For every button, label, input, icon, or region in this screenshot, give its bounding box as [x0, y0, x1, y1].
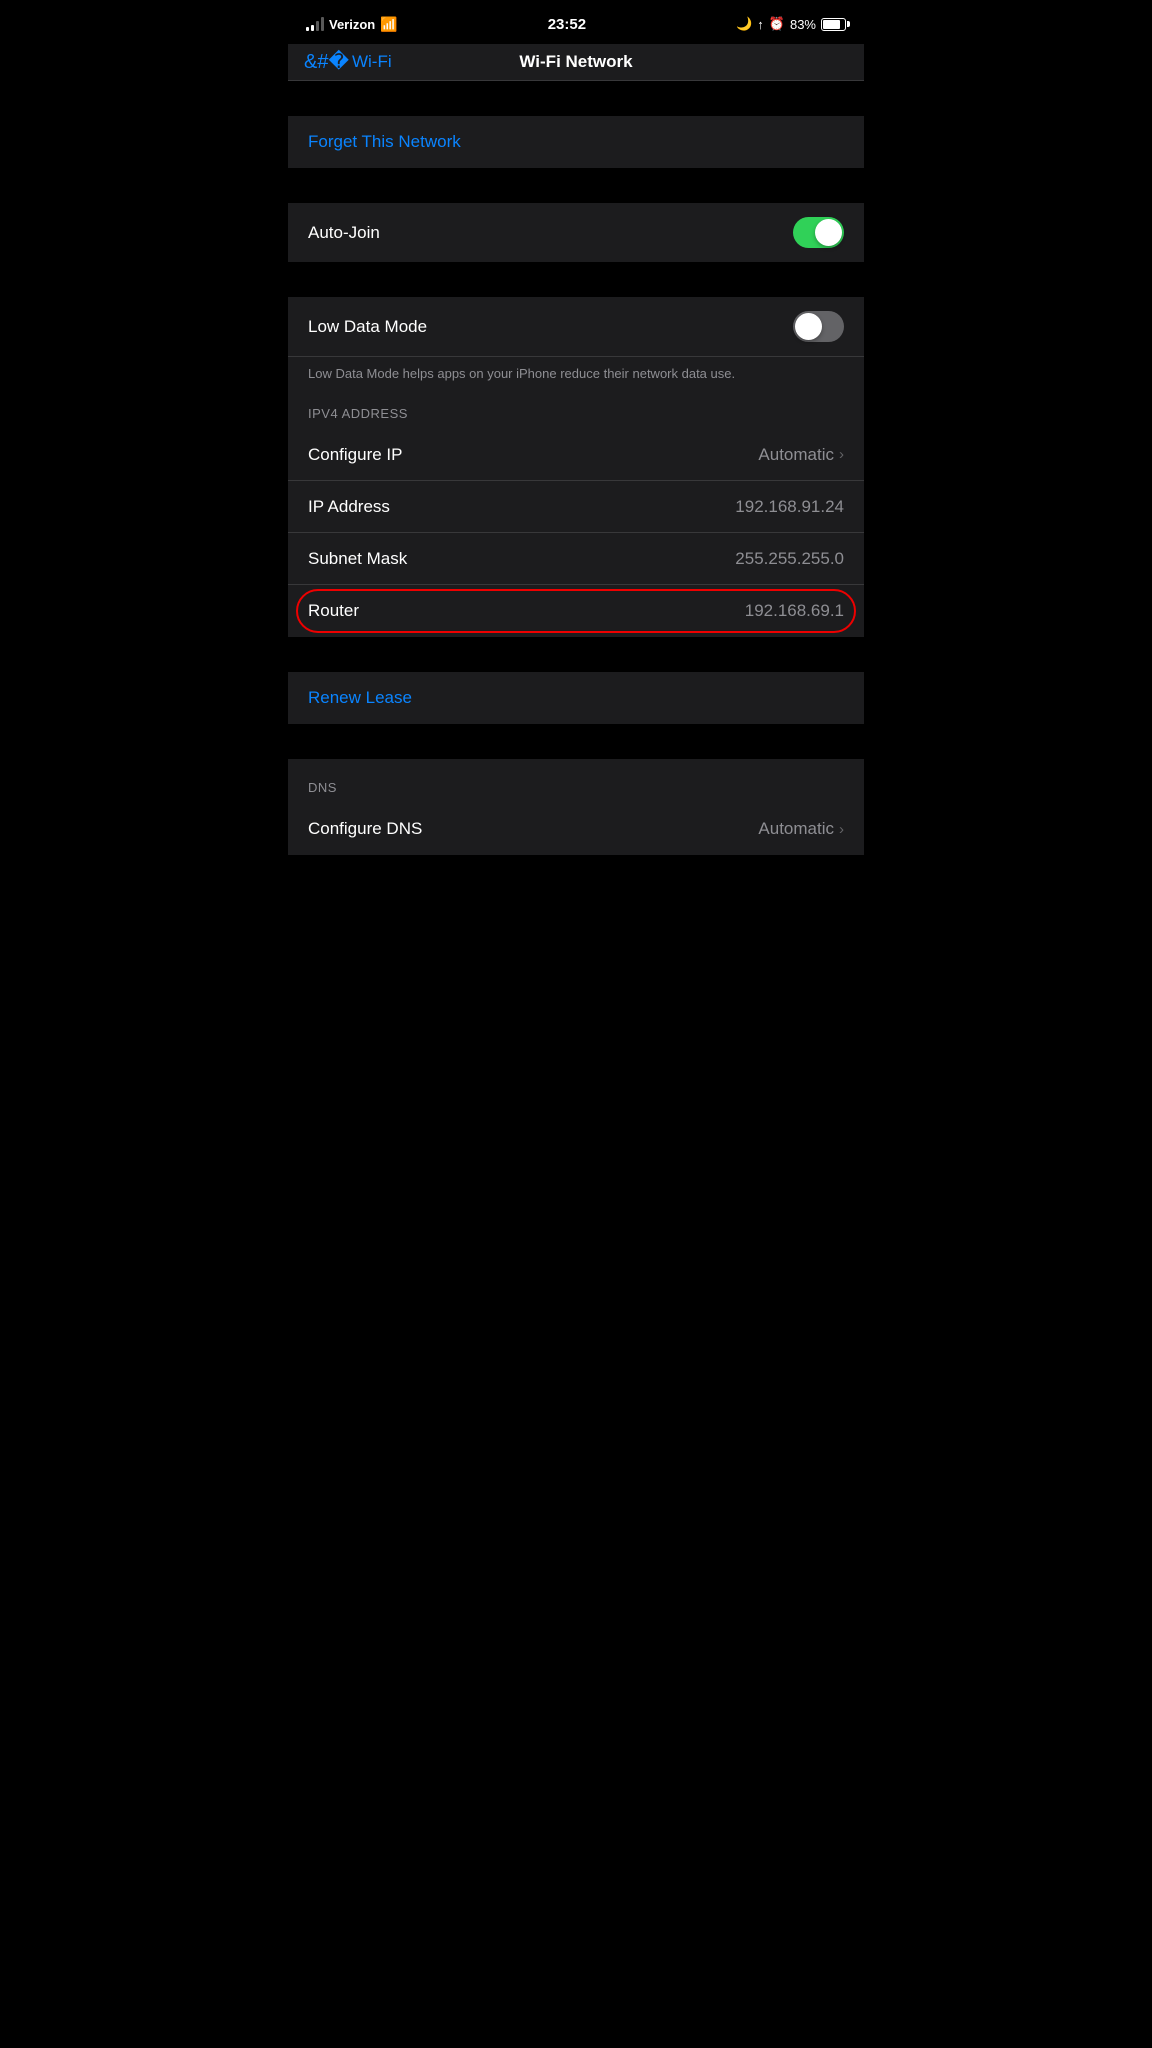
low-data-description: Low Data Mode helps apps on your iPhone … [308, 366, 735, 381]
low-data-toggle[interactable] [793, 311, 844, 342]
forget-network-row[interactable]: Forget This Network [288, 116, 864, 168]
forget-network-section: Forget This Network [288, 116, 864, 168]
low-data-section: Low Data Mode Low Data Mode helps apps o… [288, 297, 864, 637]
nav-bar: &#� Wi-Fi Wi-Fi Network [288, 44, 864, 81]
page-title: Wi-Fi Network [519, 52, 632, 72]
battery-icon [821, 18, 846, 31]
renew-lease-label: Renew Lease [308, 688, 412, 707]
dns-header-row: DNS [288, 759, 864, 803]
ip-address-label: IP Address [308, 497, 390, 517]
chevron-left-icon: &#� [304, 52, 349, 72]
section-gap-4 [288, 637, 864, 672]
back-button[interactable]: &#� Wi-Fi [304, 52, 392, 72]
wifi-icon: 📶 [380, 16, 397, 33]
back-label: Wi-Fi [352, 52, 392, 72]
section-gap-3 [288, 262, 864, 297]
signal-icon [306, 17, 324, 31]
low-data-row: Low Data Mode [288, 297, 864, 357]
status-bar: Verizon 📶 23:52 🌙 ↑ ⏰ 83% [288, 0, 864, 44]
status-right: 🌙 ↑ ⏰ 83% [736, 16, 846, 32]
dns-header-label: DNS [308, 780, 337, 795]
renew-lease-section: Renew Lease [288, 672, 864, 724]
alarm-icon: ⏰ [769, 16, 785, 32]
subnet-mask-value: 255.255.255.0 [735, 549, 844, 569]
auto-join-label: Auto-Join [308, 223, 380, 243]
ip-address-row: IP Address 192.168.91.24 [288, 481, 864, 533]
moon-icon: 🌙 [736, 16, 752, 32]
low-data-description-row: Low Data Mode helps apps on your iPhone … [288, 357, 864, 397]
configure-dns-row[interactable]: Configure DNS Automatic › [288, 803, 864, 855]
subnet-mask-label: Subnet Mask [308, 549, 407, 569]
auto-join-row: Auto-Join [288, 203, 864, 262]
router-row: Router 192.168.69.1 [288, 585, 864, 637]
toggle-knob [815, 219, 842, 246]
configure-ip-row[interactable]: Configure IP Automatic › [288, 429, 864, 481]
chevron-right-dns-icon: › [839, 821, 844, 838]
renew-lease-row[interactable]: Renew Lease [288, 672, 864, 724]
configure-ip-value: Automatic › [758, 445, 844, 465]
carrier-label: Verizon [329, 17, 375, 32]
battery-percent: 83% [790, 17, 816, 32]
section-gap-2 [288, 168, 864, 203]
section-gap-1 [288, 81, 864, 116]
auto-join-section: Auto-Join [288, 203, 864, 262]
router-value: 192.168.69.1 [745, 601, 844, 621]
section-gap-5 [288, 724, 864, 759]
ip-address-value: 192.168.91.24 [735, 497, 844, 517]
router-label: Router [308, 601, 359, 621]
dns-section: DNS Configure DNS Automatic › [288, 759, 864, 855]
ipv4-header-row: IPV4 ADDRESS [288, 397, 864, 429]
configure-ip-label: Configure IP [308, 445, 403, 465]
subnet-mask-row: Subnet Mask 255.255.255.0 [288, 533, 864, 585]
configure-dns-label: Configure DNS [308, 819, 422, 839]
forget-network-label: Forget This Network [308, 132, 461, 151]
low-data-label: Low Data Mode [308, 317, 427, 337]
toggle-knob-low [795, 313, 822, 340]
location-icon: ↑ [757, 17, 764, 32]
chevron-right-icon: › [839, 446, 844, 463]
status-left: Verizon 📶 [306, 16, 398, 33]
time-label: 23:52 [548, 16, 586, 33]
configure-dns-value: Automatic › [758, 819, 844, 839]
ipv4-header-label: IPV4 ADDRESS [308, 406, 408, 421]
auto-join-toggle[interactable] [793, 217, 844, 248]
